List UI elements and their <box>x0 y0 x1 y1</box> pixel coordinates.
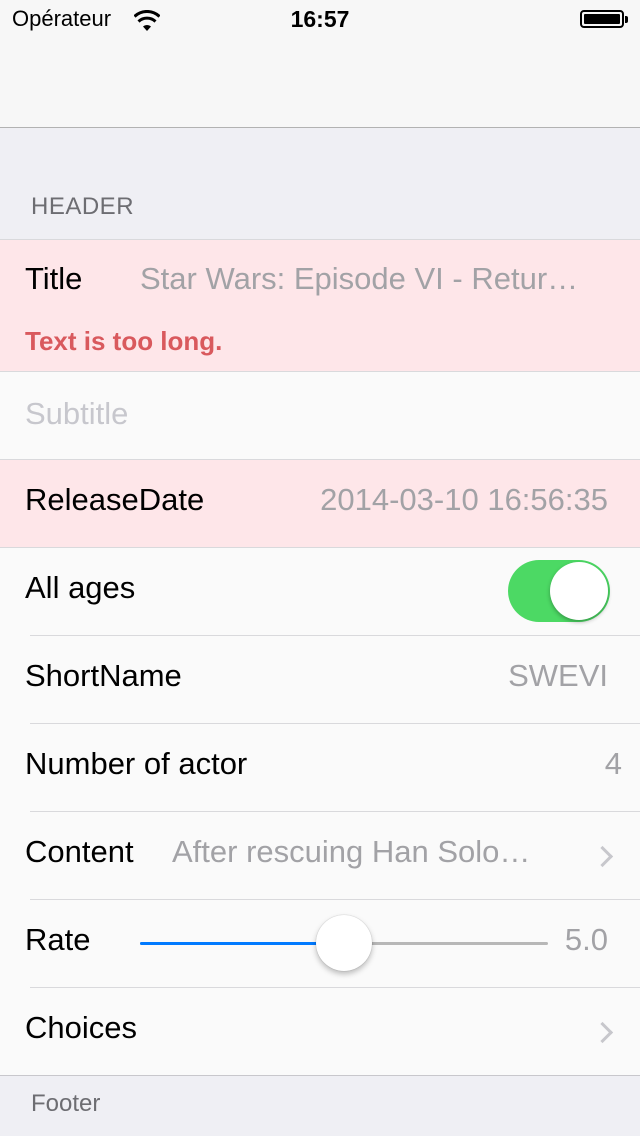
number-of-actor-value[interactable]: 4 <box>605 746 622 782</box>
number-of-actor-label: Number of actor <box>25 746 248 781</box>
release-date-value[interactable]: 2014-03-10 16:56:35 <box>320 482 608 518</box>
slider-thumb[interactable] <box>316 915 372 971</box>
subtitle-field[interactable]: Subtitle <box>25 396 128 432</box>
release-date-row[interactable]: ReleaseDate 2014-03-10 16:56:35 <box>0 460 640 548</box>
title-row[interactable]: Title Star Wars: Episode VI - Retur… Tex… <box>0 239 640 372</box>
all-ages-switch[interactable] <box>508 560 610 622</box>
short-name-value[interactable]: SWEVI <box>508 658 608 694</box>
content-label: Content <box>25 834 134 869</box>
content-row[interactable]: Content After rescuing Han Solo… <box>0 812 640 900</box>
chevron-right-icon <box>591 1021 614 1044</box>
switch-knob <box>550 562 608 620</box>
rate-row: Rate 5.0 <box>0 900 640 988</box>
all-ages-label: All ages <box>25 570 136 605</box>
status-bar: Opérateur 16:57 <box>0 0 640 40</box>
short-name-row[interactable]: ShortName SWEVI <box>0 636 640 724</box>
title-error-message: Text is too long. <box>25 326 223 356</box>
choices-label: Choices <box>25 1010 137 1045</box>
section-footer: Footer <box>31 1090 101 1117</box>
rate-label: Rate <box>25 922 91 957</box>
rate-value: 5.0 <box>564 922 608 957</box>
all-ages-row: All ages <box>0 548 640 636</box>
title-label: Title <box>25 261 83 296</box>
chevron-right-icon <box>591 845 614 868</box>
content-value: After rescuing Han Solo… <box>172 834 531 869</box>
title-field[interactable]: Star Wars: Episode VI - Retur… <box>140 261 624 297</box>
short-name-label: ShortName <box>25 658 182 693</box>
choices-row[interactable]: Choices <box>0 988 640 1076</box>
subtitle-row[interactable]: Subtitle <box>0 372 640 460</box>
release-date-label: ReleaseDate <box>25 482 205 517</box>
navigation-bar <box>0 40 640 128</box>
number-of-actor-row[interactable]: Number of actor 4 <box>0 724 640 812</box>
rate-slider[interactable] <box>140 915 548 971</box>
clock: 16:57 <box>290 6 350 32</box>
battery-icon <box>580 10 628 28</box>
slider-fill <box>140 942 344 945</box>
section-header: HEADER <box>31 193 135 220</box>
